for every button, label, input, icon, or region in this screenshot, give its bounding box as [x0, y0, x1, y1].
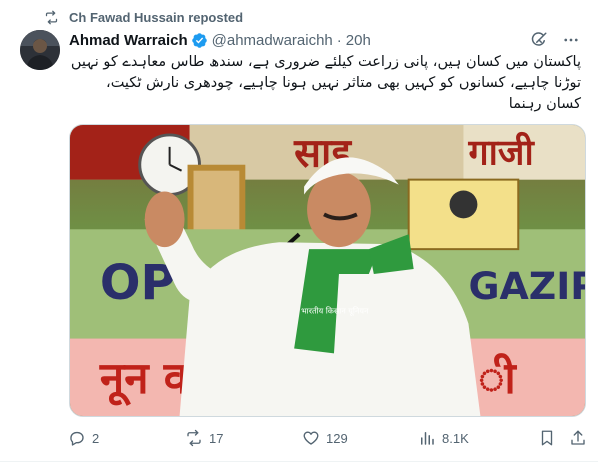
avatar[interactable]	[20, 30, 60, 70]
tweet-action-bar: 2 17 129 8.1K	[63, 427, 593, 449]
tweet-time[interactable]: 20h	[346, 32, 371, 49]
author-handle[interactable]: @ahmadwaraichh	[212, 32, 333, 49]
bookmark-button[interactable]	[538, 427, 556, 449]
sign-left-text: OP	[100, 256, 176, 311]
views-count: 8.1K	[442, 430, 469, 446]
repost-label: Ch Fawad Hussain reposted	[69, 9, 244, 25]
separator-dot: ·	[336, 31, 342, 49]
like-icon	[303, 431, 319, 445]
views-icon	[421, 432, 434, 445]
verified-badge-icon	[191, 32, 207, 48]
reply-icon	[70, 431, 84, 446]
share-button[interactable]	[569, 427, 587, 449]
like-button[interactable]: 129	[302, 427, 348, 449]
more-icon[interactable]	[562, 31, 580, 49]
grok-icon[interactable]	[530, 31, 548, 49]
tweet-top-actions	[530, 31, 580, 49]
banner-right-text: गाजी	[467, 132, 535, 174]
tweet-text: پاکستان میں کسان ہیں، پانی زراعت کیلئے ض…	[70, 54, 581, 112]
repost-count: 17	[209, 430, 224, 446]
repost-header[interactable]: Ch Fawad Hussain reposted	[44, 8, 243, 26]
bottom-banner-text-right: ी	[478, 353, 517, 404]
views-button[interactable]: 8.1K	[418, 427, 469, 449]
tweet-image[interactable]: साइ गाजी OP GAZIP नून वा ी भारत	[69, 124, 586, 417]
bookmark-icon	[541, 430, 553, 446]
scarf-text: भारतीय किसान यूनियन	[301, 306, 369, 317]
repost-button[interactable]: 17	[185, 427, 223, 449]
repost-icon	[187, 429, 201, 447]
share-icon	[571, 430, 585, 445]
tweet-header: Ahmad Warraich @ahmadwaraichh · 20h	[69, 30, 371, 50]
reply-count: 2	[92, 430, 100, 446]
sign-right-text: GAZIP	[468, 264, 585, 308]
reply-button[interactable]: 2	[68, 427, 99, 449]
author-name[interactable]: Ahmad Warraich	[69, 32, 188, 49]
repost-icon	[45, 10, 58, 24]
like-count: 129	[326, 430, 348, 446]
